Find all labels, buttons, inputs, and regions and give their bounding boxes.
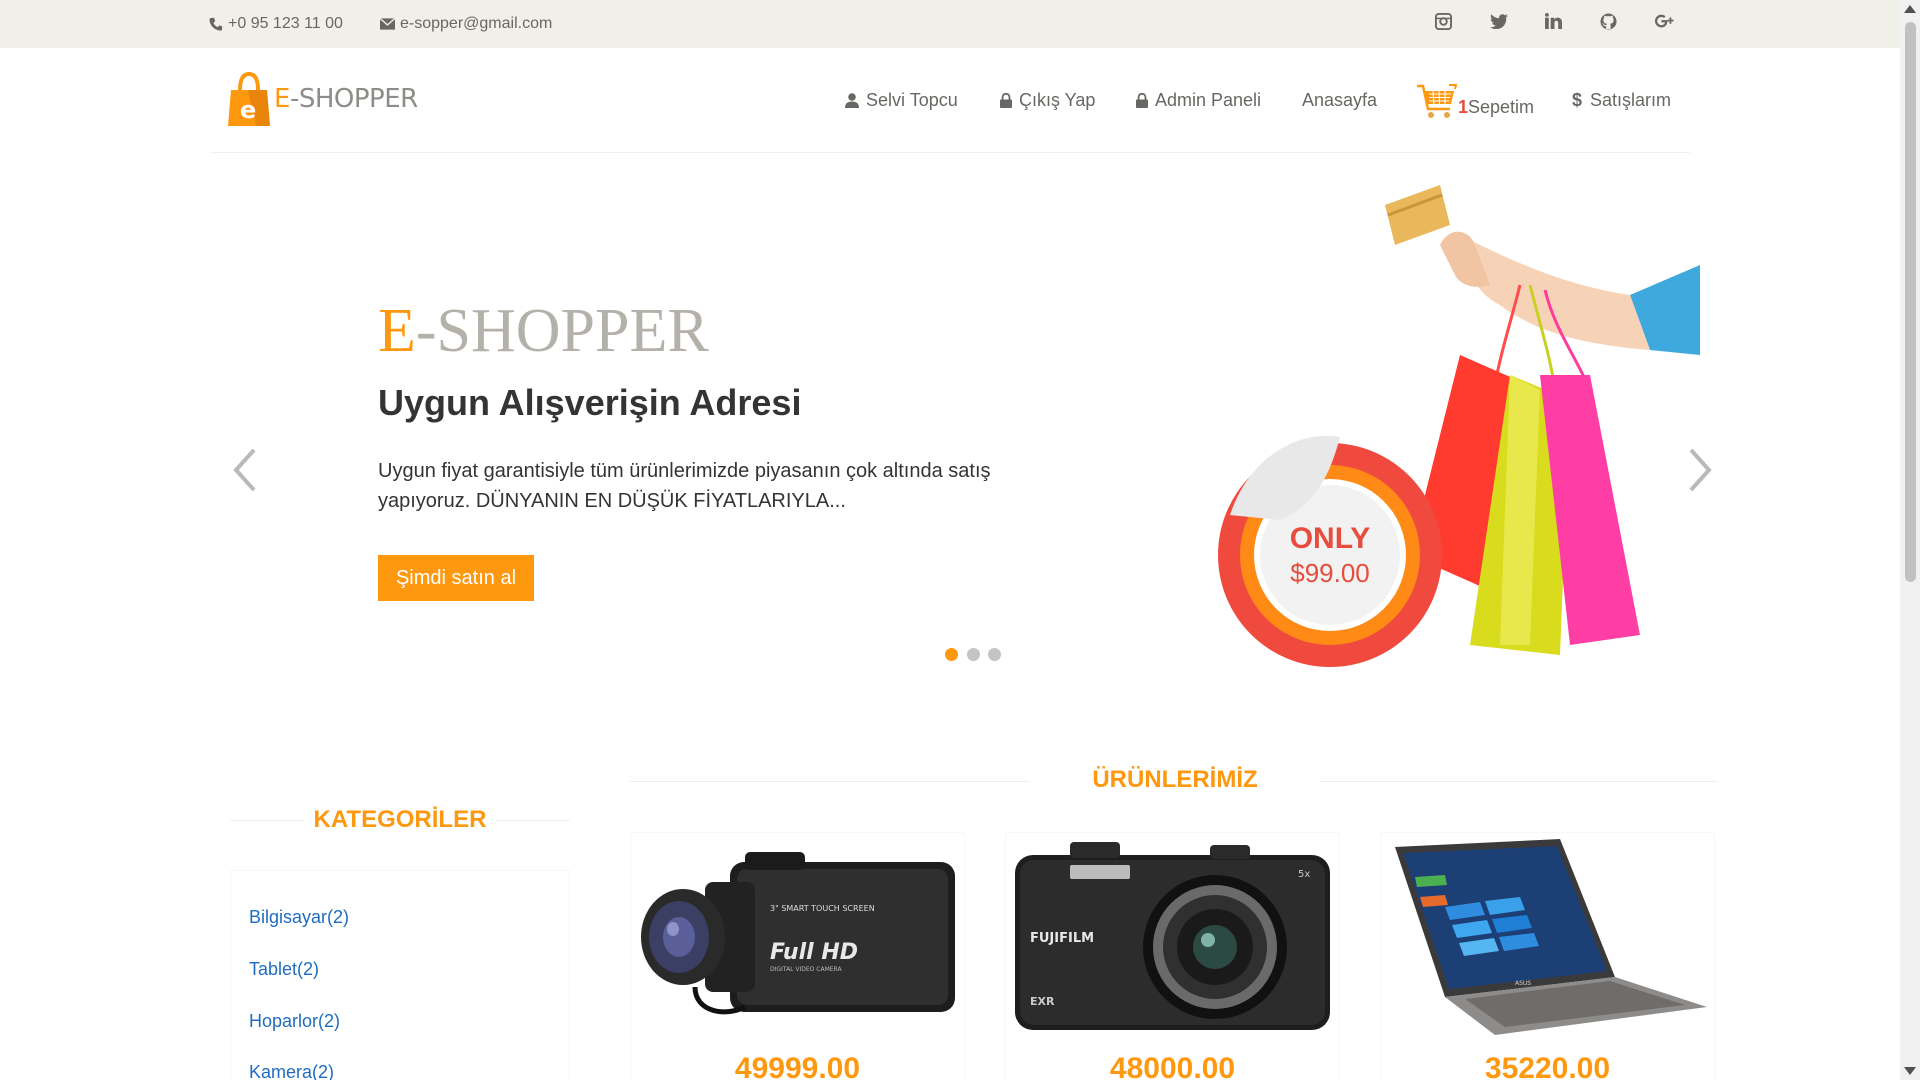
scroll-down-arrow-icon[interactable] xyxy=(1904,1067,1916,1075)
nav-user-label: Selvi Topcu xyxy=(866,89,958,110)
nav-user-account[interactable]: Selvi Topcu xyxy=(845,84,958,116)
logo-letter-e: E xyxy=(274,84,290,114)
scrollbar-thumb[interactable] xyxy=(1905,22,1916,582)
shopping-bag-logo-icon: e xyxy=(228,72,270,126)
page-scrollbar[interactable] xyxy=(1900,0,1920,1080)
nav-my-sales[interactable]: $ Satışlarım xyxy=(1572,84,1671,116)
categories-section-title: KATEGORİLER xyxy=(230,806,570,834)
phone-contact: +0 95 123 11 00 xyxy=(209,0,343,48)
site-logo[interactable]: e E-SHOPPER xyxy=(228,72,418,126)
lock-icon xyxy=(1000,92,1012,108)
laptop-image: ASUS xyxy=(1395,839,1707,1035)
nav-sales-label: Satışlarım xyxy=(1590,89,1672,110)
nav-cart[interactable]: 1Sepetim xyxy=(1415,82,1534,122)
nav-logout[interactable]: Çıkış Yap xyxy=(1000,84,1095,116)
google-plus-icon[interactable] xyxy=(1655,13,1675,35)
product-price-camcorder: 49999.00 xyxy=(734,1052,861,1080)
product-price-digital-camera: 48000.00 xyxy=(1109,1052,1236,1080)
product-card-camcorder[interactable]: 3" SMART TOUCH SCREEN Full HD DIGITAL VI… xyxy=(630,832,965,1080)
svg-text:DIGITAL VIDEO CAMERA: DIGITAL VIDEO CAMERA xyxy=(770,966,842,973)
badge-price-text: $99.00 xyxy=(1290,558,1370,588)
laptop-label: ASUS xyxy=(1515,980,1531,987)
slide-subtitle: Uygun Alışverişin Adresi xyxy=(378,382,802,423)
nav-admin-panel[interactable]: Admin Paneli xyxy=(1136,84,1261,116)
chevron-left-icon xyxy=(233,448,256,492)
products-title-line-right xyxy=(1320,781,1718,782)
email-address: e-sopper@gmail.com xyxy=(400,15,553,32)
nav-home[interactable]: Anasayfa xyxy=(1302,84,1377,116)
categories-title-text: KATEGORİLER xyxy=(303,806,497,833)
nav-cart-label: Sepetim xyxy=(1468,96,1535,117)
slider-dot-3[interactable] xyxy=(988,648,1001,661)
slide-brand-letter-e: E xyxy=(378,297,416,365)
twitter-icon[interactable] xyxy=(1490,13,1508,34)
slide-description: Uygun fiyat garantisiyle tüm ürünlerimiz… xyxy=(378,460,991,512)
nav-home-label: Anasayfa xyxy=(1302,89,1378,110)
category-link-tablet[interactable]: Tablet(2) xyxy=(249,959,319,980)
category-link-hoparlor[interactable]: Hoparlor(2) xyxy=(249,1011,340,1032)
nav-logout-label: Çıkış Yap xyxy=(1019,89,1096,110)
phone-number: +0 95 123 11 00 xyxy=(228,15,343,32)
linkedin-icon[interactable] xyxy=(1545,13,1562,34)
slide-brand-title: E-SHOPPER xyxy=(378,300,709,362)
user-icon xyxy=(845,92,859,108)
envelope-icon xyxy=(380,18,395,30)
instagram-icon[interactable] xyxy=(1435,13,1452,35)
email-contact: e-sopper@gmail.com xyxy=(380,0,552,48)
slider-dot-1[interactable] xyxy=(945,648,958,661)
svg-text:5x: 5x xyxy=(1298,869,1310,880)
github-icon[interactable] xyxy=(1600,13,1617,35)
products-section-title: ÜRÜNLERİMİZ xyxy=(1092,766,1258,793)
lock-icon xyxy=(1136,92,1148,108)
shopping-bags-illustration: ONLY $99.00 xyxy=(1218,185,1700,667)
camcorder-label: Full HD xyxy=(770,940,858,965)
digital-camera-image: FUJIFILM EXR 5x xyxy=(1015,842,1330,1030)
svg-text:EXR: EXR xyxy=(1030,995,1055,1008)
shopping-cart-icon xyxy=(1417,84,1457,118)
dollar-icon: $ xyxy=(1572,89,1583,110)
product-card-laptop[interactable]: ASUS xyxy=(1380,832,1715,1080)
products-title-line-left xyxy=(630,781,1030,782)
badge-only-text: ONLY xyxy=(1290,522,1371,555)
logo-text: E-SHOPPER xyxy=(274,84,418,114)
product-price-laptop: 35220.00 xyxy=(1484,1052,1611,1080)
top-bar: +0 95 123 11 00 e-sopper@gmail.com xyxy=(0,0,1900,48)
category-link-kamera[interactable]: Kamera(2) xyxy=(249,1062,334,1080)
camcorder-image: 3" SMART TOUCH SCREEN Full HD DIGITAL VI… xyxy=(641,852,955,1015)
buy-now-button[interactable]: Şimdi satın al xyxy=(378,555,534,601)
logo-text-rest: -SHOPPER xyxy=(289,84,418,114)
svg-text:e: e xyxy=(240,96,256,124)
cart-count-badge: 1 xyxy=(1458,96,1469,117)
category-link-bilgisayar[interactable]: Bilgisayar(2) xyxy=(249,907,349,928)
slider-prev-button[interactable] xyxy=(225,445,265,495)
slide-brand-rest: -SHOPPER xyxy=(415,297,709,365)
product-card-digital-camera[interactable]: FUJIFILM EXR 5x xyxy=(1005,832,1340,1080)
svg-text:3" SMART TOUCH SCREEN: 3" SMART TOUCH SCREEN xyxy=(770,904,875,913)
scroll-up-arrow-icon[interactable] xyxy=(1904,5,1916,13)
slider-dot-2[interactable] xyxy=(967,648,980,661)
digital-camera-label: FUJIFILM xyxy=(1030,931,1094,946)
nav-admin-label: Admin Paneli xyxy=(1155,89,1262,110)
phone-icon xyxy=(209,17,223,31)
